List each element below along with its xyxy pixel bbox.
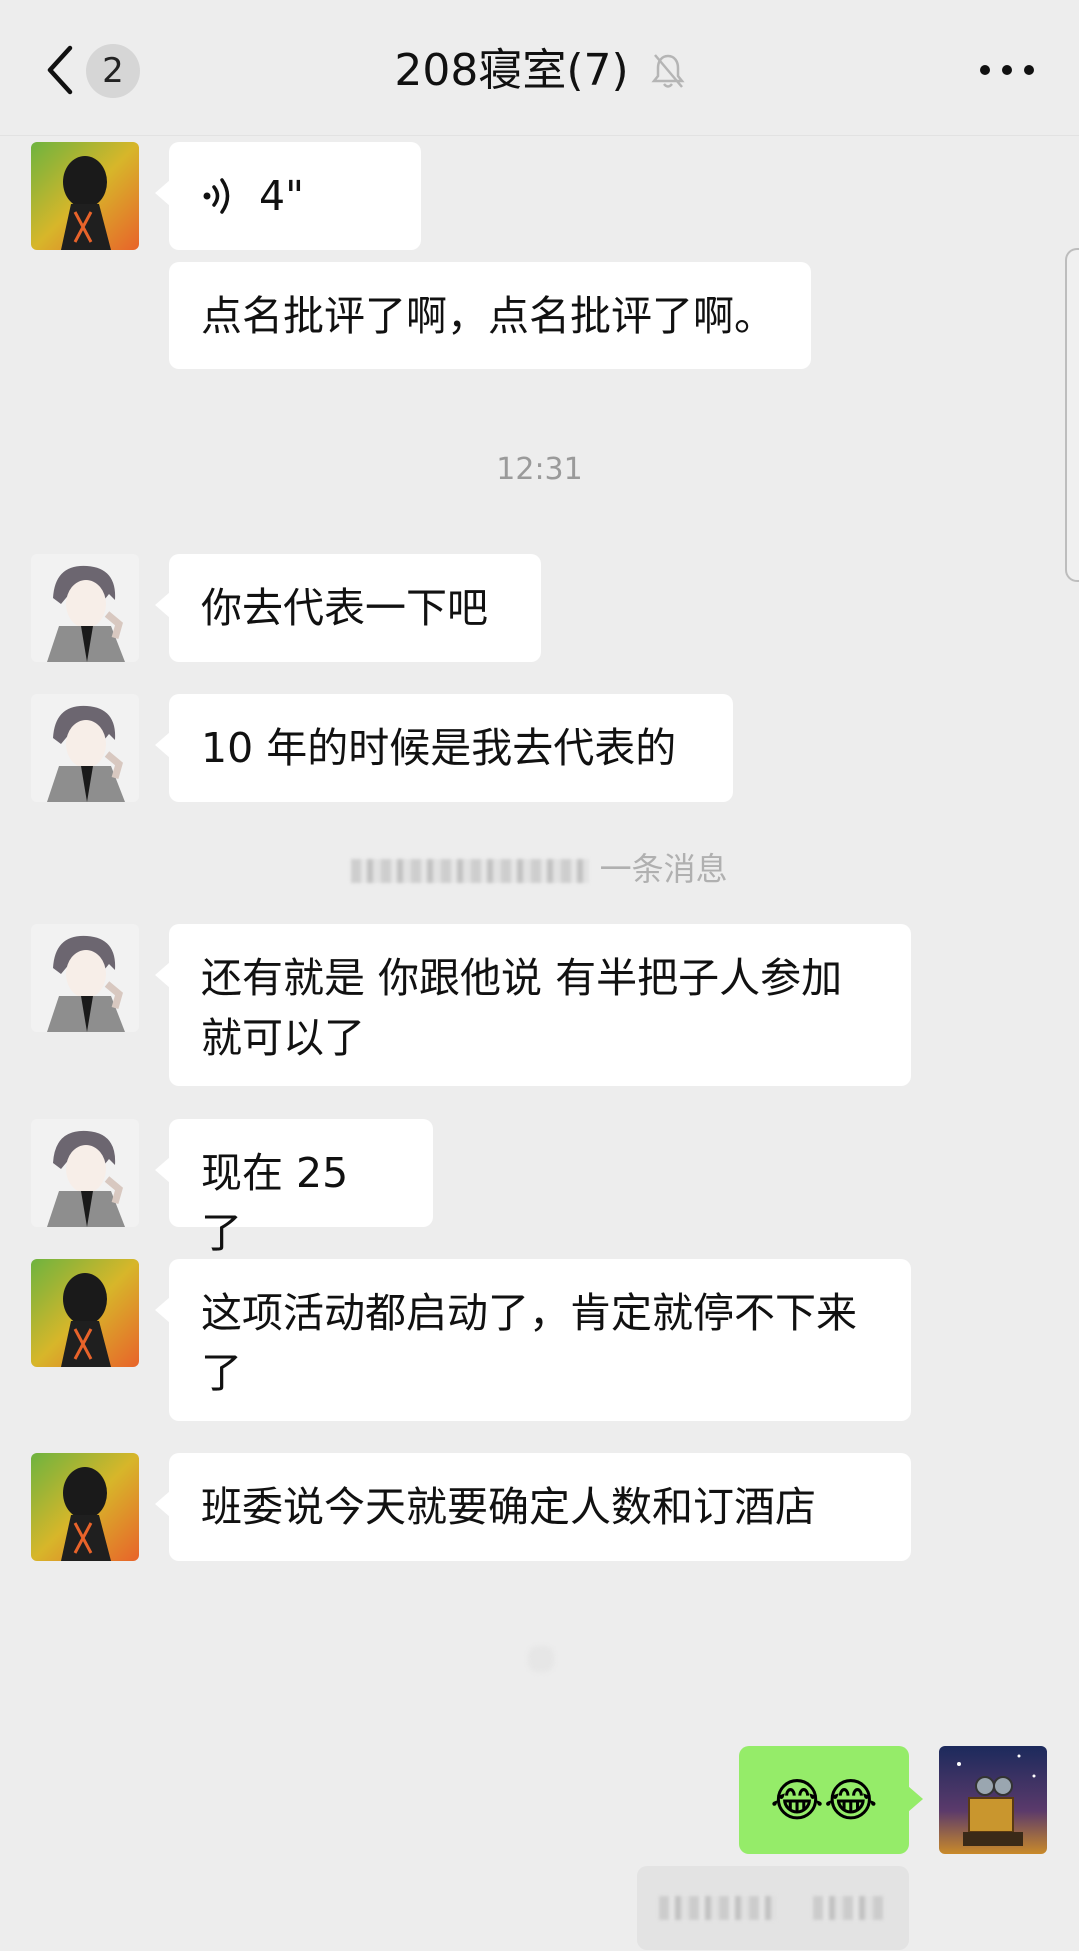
redacted-text [659,1896,777,1920]
avatar-green[interactable] [31,142,139,250]
message-bubble[interactable]: 10 年的时候是我去代表的 [155,694,733,802]
system-message: 一条消息 [0,844,1079,890]
message-text: 你去代表一下吧 [201,584,488,632]
message-bubble[interactable]: 现在 25 了 [155,1119,433,1257]
redacted-message [637,1866,909,1950]
message-text: 这项活动都启动了，肯定就停不下来了 [201,1289,857,1397]
avatar-gray[interactable] [31,554,139,662]
message-text: 现在 25 了 [201,1149,349,1257]
redacted-text [351,859,590,883]
message-bubble[interactable]: 还有就是 你跟他说 有半把子人参加就可以了 [155,924,911,1086]
bell-off-icon [651,54,685,88]
scrollbar[interactable] [1065,248,1079,582]
message-bubble[interactable]: 班委说今天就要确定人数和订酒店 [155,1453,911,1561]
avatar-self[interactable] [939,1746,1047,1854]
chat-title-bar: 208寝室(7) [0,40,1079,102]
voice-message[interactable]: 4" [155,142,421,250]
message-bubble[interactable]: 这项活动都启动了，肯定就停不下来了 [155,1259,911,1421]
message-text: 点名批评了啊，点名批评了啊。 [201,292,775,340]
redacted-text [528,1646,554,1672]
message-text: 还有就是 你跟他说 有半把子人参加就可以了 [201,954,843,1062]
message-text: 10 年的时候是我去代表的 [201,724,677,772]
chat-header: 2 208寝室(7) [0,0,1079,136]
system-message-text: 一条消息 [599,850,728,888]
timestamp: 12:31 [496,452,583,487]
avatar-gray[interactable] [31,694,139,802]
more-icon [980,65,1034,75]
message-bubble[interactable]: 你去代表一下吧 [155,554,541,662]
message-text: 班委说今天就要确定人数和订酒店 [201,1483,816,1531]
avatar-green[interactable] [31,1259,139,1367]
message-bubble[interactable]: 点名批评了啊，点名批评了啊。 [169,262,811,369]
redacted-text [813,1896,883,1920]
voice-icon [203,178,230,214]
voice-duration: 4" [259,172,304,220]
avatar-green[interactable] [31,1453,139,1561]
avatar-gray[interactable] [31,924,139,1032]
self-message-bubble[interactable]: 😂😂 [739,1746,923,1854]
chat-title[interactable]: 208寝室(7) [394,40,628,102]
avatar-gray[interactable] [31,1119,139,1227]
more-button[interactable] [979,56,1035,84]
message-emoji: 😂😂 [770,1773,878,1827]
